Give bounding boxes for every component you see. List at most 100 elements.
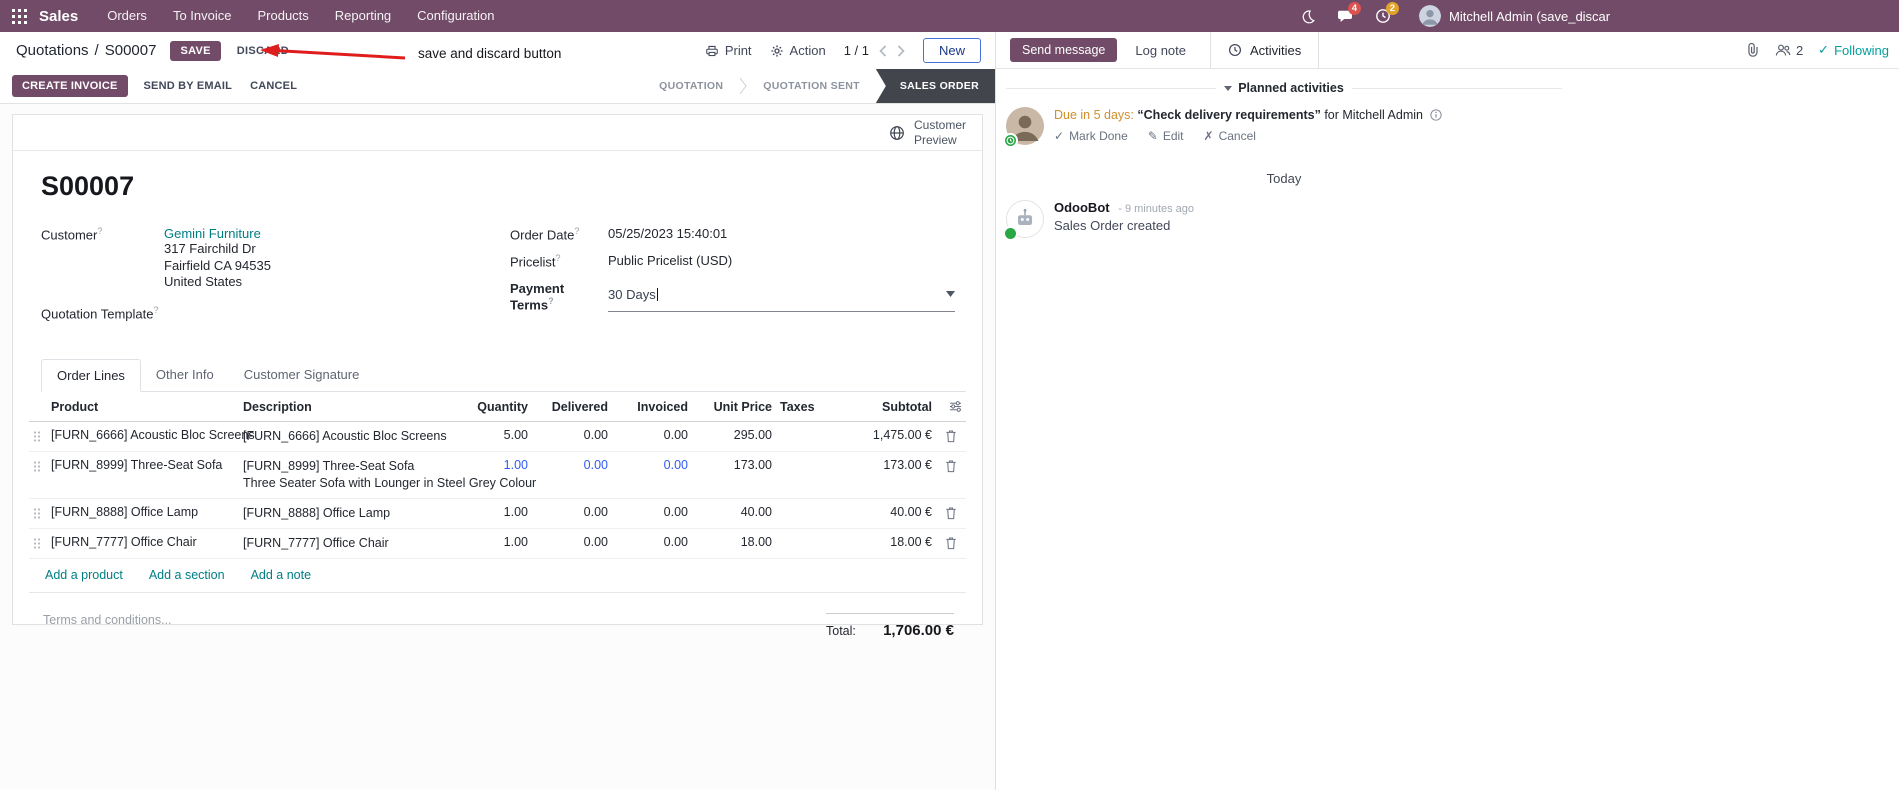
stage-quotation[interactable]: QUOTATION: [643, 69, 739, 103]
cell-quantity[interactable]: 1.00: [468, 452, 532, 478]
drag-handle-icon[interactable]: [29, 452, 47, 473]
terms-and-conditions-field[interactable]: Terms and conditions...: [43, 613, 172, 639]
menu-products[interactable]: Products: [244, 0, 321, 32]
cell-taxes[interactable]: [776, 452, 840, 464]
cell-product[interactable]: [FURN_6666] Acoustic Bloc Screens: [47, 422, 255, 448]
planned-activities-header[interactable]: Planned activities: [1006, 81, 1563, 95]
delete-row-icon[interactable]: [936, 499, 966, 520]
cell-invoiced[interactable]: 0.00: [612, 422, 692, 448]
menu-to-invoice[interactable]: To Invoice: [160, 0, 245, 32]
cell-unit-price[interactable]: 18.00: [692, 529, 776, 555]
customer-preview-button[interactable]: Customer Preview: [889, 118, 966, 148]
menu-reporting[interactable]: Reporting: [322, 0, 404, 32]
cell-taxes[interactable]: [776, 529, 840, 541]
cell-delivered[interactable]: 0.00: [532, 529, 612, 555]
cell-unit-price[interactable]: 173.00: [692, 452, 776, 478]
delete-row-icon[interactable]: [936, 452, 966, 473]
following-button[interactable]: ✓ Following: [1818, 42, 1889, 58]
cell-product[interactable]: [FURN_7777] Office Chair: [47, 529, 239, 555]
moon-icon: [1300, 9, 1315, 24]
breadcrumb-quotations[interactable]: Quotations: [16, 42, 89, 59]
cell-invoiced[interactable]: 0.00: [612, 452, 692, 478]
cell-description[interactable]: [FURN_8888] Office Lamp: [239, 499, 468, 528]
tab-customer-signature[interactable]: Customer Signature: [229, 359, 375, 392]
discard-button[interactable]: DISCARD: [237, 45, 289, 57]
followers-button[interactable]: 2: [1775, 43, 1803, 58]
systray-activities-button[interactable]: 2: [1364, 0, 1402, 32]
order-date-field[interactable]: 05/25/2023 15:40:01: [608, 226, 727, 242]
cell-delivered[interactable]: 0.00: [532, 499, 612, 525]
cell-invoiced[interactable]: 0.00: [612, 529, 692, 555]
add-a-product-link[interactable]: Add a product: [45, 568, 123, 582]
stage-quotation-sent[interactable]: QUOTATION SENT: [747, 69, 876, 103]
cell-taxes[interactable]: [776, 422, 840, 434]
apps-menu-button[interactable]: [10, 0, 33, 32]
drag-handle-icon[interactable]: [29, 422, 47, 443]
log-note-button[interactable]: Log note: [1135, 43, 1186, 58]
cell-quantity[interactable]: 5.00: [468, 422, 532, 448]
customer-link[interactable]: Gemini Furniture: [164, 226, 271, 241]
payment-terms-field[interactable]: 30 Days: [608, 281, 955, 312]
pricelist-field[interactable]: Public Pricelist (USD): [608, 253, 732, 269]
activities-tab-label: Activities: [1250, 42, 1302, 58]
new-button[interactable]: New: [922, 38, 981, 63]
delete-row-icon[interactable]: [936, 529, 966, 550]
systray-moon-button[interactable]: [1289, 0, 1326, 32]
cell-description[interactable]: [FURN_8999] Three-Seat Sofa Three Seater…: [239, 452, 536, 498]
cell-taxes[interactable]: [776, 499, 840, 511]
user-menu[interactable]: Mitchell Admin (save_discar: [1402, 0, 1899, 32]
send-by-email-button[interactable]: SEND BY EMAIL: [144, 80, 233, 92]
attachment-button[interactable]: [1745, 42, 1760, 58]
cell-product[interactable]: [FURN_8888] Office Lamp: [47, 499, 239, 525]
drag-handle-icon[interactable]: [29, 499, 47, 520]
cell-product[interactable]: [FURN_8999] Three-Seat Sofa: [47, 452, 239, 478]
drag-handle-icon[interactable]: [29, 529, 47, 550]
stage-sales-order[interactable]: SALES ORDER: [875, 69, 995, 103]
app-name[interactable]: Sales: [39, 8, 78, 25]
menu-orders[interactable]: Orders: [94, 0, 160, 32]
menu-configuration[interactable]: Configuration: [404, 0, 507, 32]
cell-quantity[interactable]: 1.00: [468, 499, 532, 525]
cell-description[interactable]: [FURN_6666] Acoustic Bloc Screens: [239, 422, 468, 451]
order-line-row[interactable]: [FURN_7777] Office Chair [FURN_7777] Off…: [29, 529, 966, 559]
column-options-icon[interactable]: [936, 392, 966, 420]
add-a-section-link[interactable]: Add a section: [149, 568, 225, 582]
send-message-button[interactable]: Send message: [1010, 38, 1118, 62]
systray-messages-button[interactable]: 4: [1326, 0, 1364, 32]
dropdown-caret-icon[interactable]: [946, 291, 955, 298]
cell-unit-price[interactable]: 295.00: [692, 422, 776, 448]
pager-next-button[interactable]: [897, 44, 905, 57]
info-icon[interactable]: [1430, 109, 1443, 121]
cell-invoiced[interactable]: 0.00: [612, 499, 692, 525]
action-button[interactable]: Action: [770, 43, 826, 58]
delete-row-icon[interactable]: [936, 422, 966, 443]
edit-activity-button[interactable]: ✎ Edit: [1148, 129, 1184, 143]
add-a-note-link[interactable]: Add a note: [251, 568, 311, 582]
tab-order-lines[interactable]: Order Lines: [41, 358, 141, 392]
systray: 4 2 Mitchell Admin (save_discar: [1289, 0, 1899, 32]
save-button[interactable]: SAVE: [170, 40, 221, 61]
create-invoice-button[interactable]: CREATE INVOICE: [12, 75, 128, 97]
order-lines-header: Product Description Quantity Delivered I…: [29, 392, 966, 422]
cell-delivered[interactable]: 0.00: [532, 422, 612, 448]
cancel-activity-button[interactable]: ✗ Cancel: [1204, 129, 1256, 143]
activity-title: “Check delivery requirements”: [1137, 108, 1321, 122]
order-line-row[interactable]: [FURN_6666] Acoustic Bloc Screens [FURN_…: [29, 422, 966, 452]
cell-unit-price[interactable]: 40.00: [692, 499, 776, 525]
pager: 1 / 1: [844, 43, 905, 58]
cell-description[interactable]: [FURN_7777] Office Chair: [239, 529, 468, 558]
customer-address: 317 Fairchild Dr Fairfield CA 94535 Unit…: [164, 241, 271, 289]
mark-done-button[interactable]: ✓ Mark Done: [1054, 129, 1128, 143]
cancel-button[interactable]: CANCEL: [250, 80, 297, 92]
cell-delivered[interactable]: 0.00: [532, 452, 612, 478]
statusbar: CREATE INVOICE SEND BY EMAIL CANCEL QUOT…: [0, 69, 995, 104]
followers-count: 2: [1795, 42, 1804, 58]
cell-quantity[interactable]: 1.00: [468, 529, 532, 555]
order-line-row[interactable]: [FURN_8999] Three-Seat Sofa [FURN_8999] …: [29, 452, 966, 499]
activities-tab[interactable]: Activities: [1210, 32, 1320, 68]
order-line-row[interactable]: [FURN_8888] Office Lamp [FURN_8888] Offi…: [29, 499, 966, 529]
chatter-body: Planned activities Due in 5 days: “Check…: [996, 69, 1563, 241]
tab-other-info[interactable]: Other Info: [141, 359, 229, 392]
pager-previous-button[interactable]: [879, 44, 887, 57]
print-button[interactable]: Print: [705, 43, 752, 58]
